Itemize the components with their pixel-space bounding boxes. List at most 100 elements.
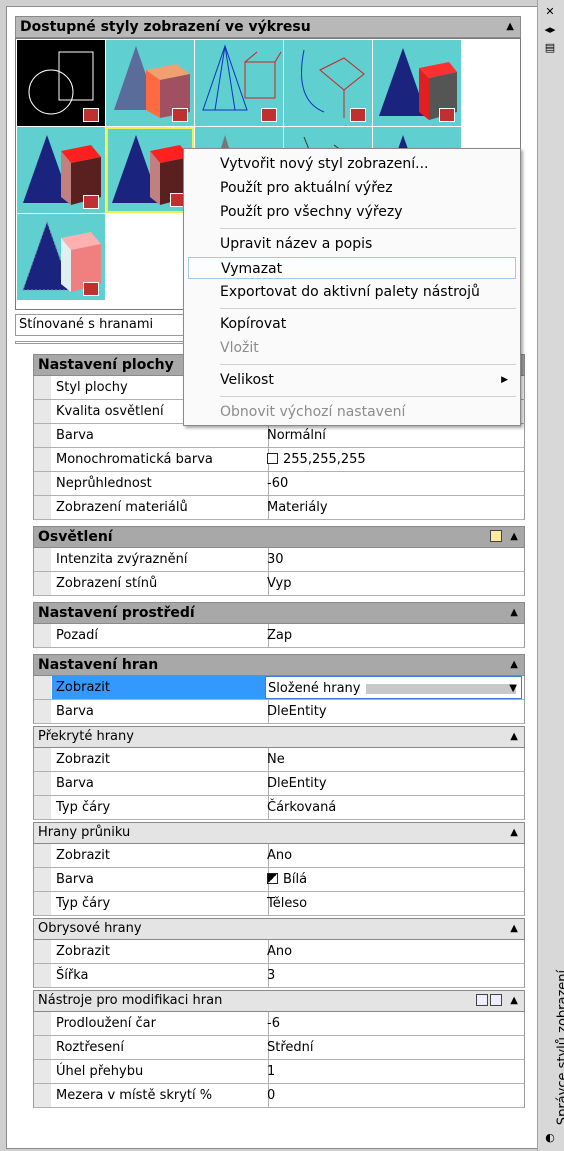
edge-mode-dropdown[interactable]: Složené hrany ▼ — [265, 676, 522, 699]
property-label: Pozadí — [52, 624, 269, 647]
section-silhouette-edges[interactable]: Obrysové hrany ▲ — [33, 918, 525, 940]
property-row[interactable]: Zobrazit Ano — [33, 940, 525, 964]
style-thumbnail-3d-wireframe[interactable] — [284, 40, 372, 126]
menu-item-copy[interactable]: Kopírovat — [188, 313, 516, 335]
property-row[interactable]: Neprůhlednost -60 — [33, 472, 525, 496]
property-value[interactable]: Těleso — [265, 892, 524, 915]
property-value[interactable]: Ano — [265, 940, 524, 963]
property-value[interactable]: Ne — [265, 748, 524, 771]
menu-item-apply-current-viewport[interactable]: Použít pro aktuální výřez — [188, 177, 516, 199]
property-value[interactable]: 1 — [265, 1060, 524, 1083]
collapse-arrow-icon[interactable]: ▲ — [510, 991, 518, 1011]
dropdown-arrow-icon[interactable]: ▼ — [509, 677, 517, 698]
property-row[interactable]: Šířka 3 — [33, 964, 525, 988]
property-label: Intenzita zvýraznění — [52, 548, 269, 571]
menu-item-create-style[interactable]: Vytvořit nový styl zobrazení... — [188, 153, 516, 175]
palette-window: Dostupné styly zobrazení ve výkresu ▲ St… — [0, 0, 564, 1151]
property-value[interactable]: DleEntity — [265, 772, 524, 795]
section-edge-modifiers[interactable]: Nástroje pro modifikaci hran ▲ — [33, 990, 525, 1012]
property-value[interactable]: 3 — [265, 964, 524, 987]
property-label: Úhel přehybu — [52, 1060, 269, 1083]
section-environment[interactable]: Nastavení prostředí ▲ — [33, 602, 525, 624]
property-row[interactable]: Intenzita zvýraznění 30 — [33, 548, 525, 572]
property-value[interactable]: Ano — [265, 844, 524, 867]
collapse-arrow-icon[interactable]: ▲ — [510, 603, 518, 623]
section-occluded-edges[interactable]: Překryté hrany ▲ — [33, 726, 525, 748]
style-thumbnail-conceptual[interactable] — [106, 40, 194, 126]
menu-separator — [220, 308, 516, 309]
property-row[interactable]: Typ čáry Čárkovaná — [33, 796, 525, 820]
section-title: Osvětlení — [38, 529, 113, 545]
property-row[interactable]: Monochromatická barva 255,255,255 — [33, 448, 525, 472]
highlight-toggle-icon[interactable] — [490, 530, 502, 542]
style-thumbnail-realistic[interactable] — [17, 127, 105, 213]
collapse-arrow-icon[interactable]: ▲ — [506, 17, 514, 37]
style-tag-icon — [350, 108, 366, 122]
property-row[interactable]: Roztřesení Střední — [33, 1036, 525, 1060]
style-tag-icon — [83, 282, 99, 296]
property-value[interactable]: 255,255,255 — [265, 448, 524, 471]
palette-title-bar[interactable]: ✕ ◂▸ ▤ Správce stylů zobrazení ◐ — [537, 0, 564, 1151]
menu-item-delete[interactable]: Vymazat — [188, 257, 516, 279]
menu-separator — [220, 228, 516, 229]
menu-item-paste: Vložit — [220, 340, 259, 356]
property-row[interactable]: Zobrazení materiálů Materiály — [33, 496, 525, 520]
property-row[interactable]: Prodloužení čar -6 — [33, 1012, 525, 1036]
property-row[interactable]: Barva DleEntity — [33, 700, 525, 724]
property-value[interactable]: 30 — [265, 548, 524, 571]
property-value[interactable]: Materiály — [265, 496, 524, 519]
gallery-header[interactable]: Dostupné styly zobrazení ve výkresu ▲ — [15, 16, 521, 38]
style-thumbnail-shaded-with-edges[interactable] — [106, 127, 194, 213]
style-tag-icon — [439, 108, 455, 122]
property-value[interactable]: Vyp — [265, 572, 524, 595]
menu-item-apply-all-viewports[interactable]: Použít pro všechny výřezy — [188, 201, 516, 223]
property-value[interactable]: Bílá — [265, 868, 524, 891]
collapse-arrow-icon[interactable]: ▲ — [510, 919, 518, 939]
palette-app-icon: ◐ — [545, 1131, 555, 1144]
section-lighting[interactable]: Osvětlení ▲ — [33, 526, 525, 548]
close-icon[interactable]: ✕ — [543, 6, 557, 18]
property-row[interactable]: Mezera v místě skrytí % 0 — [33, 1084, 525, 1108]
property-value[interactable]: Normální — [265, 424, 524, 447]
property-row[interactable]: Úhel přehybu 1 — [33, 1060, 525, 1084]
section-edge-settings[interactable]: Nastavení hran ▲ — [33, 654, 525, 676]
menu-item-edit-name[interactable]: Upravit název a popis — [188, 233, 516, 255]
property-value[interactable]: -6 — [265, 1012, 524, 1035]
property-label: Monochromatická barva — [52, 448, 269, 471]
property-label: Šířka — [52, 964, 269, 987]
collapse-arrow-icon[interactable]: ▲ — [510, 655, 518, 675]
property-value[interactable]: Zap — [265, 624, 524, 647]
style-thumbnail-custom[interactable] — [17, 214, 105, 300]
collapse-arrow-icon[interactable]: ▲ — [510, 727, 518, 747]
property-value[interactable]: 0 — [265, 1084, 524, 1107]
property-row[interactable]: Typ čáry Těleso — [33, 892, 525, 916]
style-thumbnail-xray[interactable] — [373, 40, 461, 126]
property-value[interactable]: Čárkovaná — [265, 796, 524, 819]
property-value[interactable]: Střední — [265, 1036, 524, 1059]
color-value: Bílá — [283, 872, 308, 887]
collapse-arrow-icon[interactable]: ▲ — [510, 527, 518, 547]
property-label: Neprůhlednost — [52, 472, 269, 495]
style-thumbnail-2d-wireframe[interactable] — [17, 40, 105, 126]
property-row[interactable]: Barva Normální — [33, 424, 525, 448]
property-row[interactable]: Zobrazit Ano — [33, 844, 525, 868]
menu-item-size[interactable]: Velikost ▶ — [188, 369, 516, 391]
jitter-toggle-icon[interactable] — [490, 994, 502, 1006]
section-intersection-edges[interactable]: Hrany průniku ▲ — [33, 822, 525, 844]
line-extension-toggle-icon[interactable] — [476, 994, 488, 1006]
property-row-selected[interactable]: Zobrazit Složené hrany ▼ — [33, 676, 525, 700]
property-row[interactable]: Zobrazit Ne — [33, 748, 525, 772]
style-thumbnail-hidden[interactable] — [195, 40, 283, 126]
property-row[interactable]: Zobrazení stínů Vyp — [33, 572, 525, 596]
color-value: 255,255,255 — [283, 452, 366, 467]
menu-item-export-to-palette[interactable]: Exportovat do aktivní palety nástrojů — [188, 281, 516, 303]
property-row[interactable]: Barva DleEntity — [33, 772, 525, 796]
properties-icon[interactable]: ▤ — [543, 42, 557, 54]
menu-separator — [220, 396, 516, 397]
property-row[interactable]: Barva Bílá — [33, 868, 525, 892]
property-row[interactable]: Pozadí Zap — [33, 624, 525, 648]
property-value[interactable]: DleEntity — [265, 700, 524, 723]
property-value[interactable]: -60 — [265, 472, 524, 495]
collapse-arrow-icon[interactable]: ▲ — [510, 823, 518, 843]
auto-hide-icon[interactable]: ◂▸ — [543, 24, 557, 36]
